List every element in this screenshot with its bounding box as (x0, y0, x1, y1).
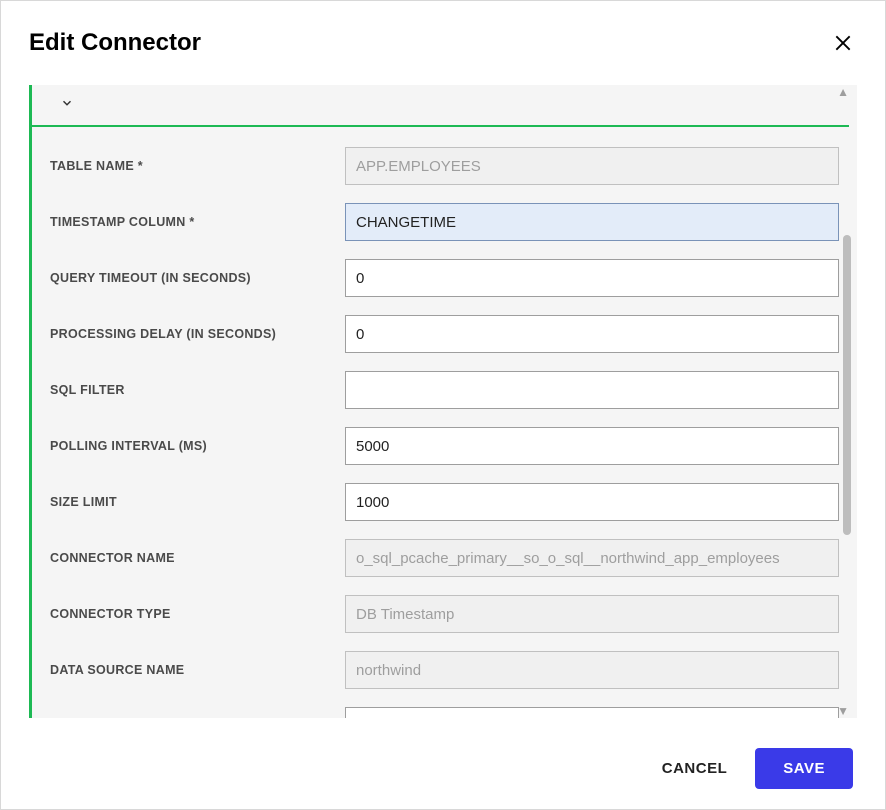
form-scroll-area: ▲ TABLE NAME * TIMESTAMP COLUMN * (29, 85, 857, 718)
max-retries-input[interactable] (345, 707, 839, 718)
form-fields: TABLE NAME * TIMESTAMP COLUMN * QUERY TI… (32, 127, 849, 718)
form-panel: TABLE NAME * TIMESTAMP COLUMN * QUERY TI… (29, 85, 857, 718)
row-polling-interval: POLLING INTERVAL (MS) (50, 427, 839, 465)
label-data-source-name: DATA SOURCE NAME (50, 663, 345, 677)
label-processing-delay: PROCESSING DELAY (IN SECONDS) (50, 327, 345, 341)
row-sql-filter: SQL FILTER (50, 371, 839, 409)
row-timestamp-column: TIMESTAMP COLUMN * (50, 203, 839, 241)
save-button[interactable]: SAVE (755, 748, 853, 789)
cancel-button[interactable]: CANCEL (662, 760, 728, 777)
scrollbar-thumb[interactable] (843, 235, 851, 535)
dialog-header: Edit Connector (29, 29, 857, 57)
row-connector-type: CONNECTOR TYPE (50, 595, 839, 633)
label-polling-interval: POLLING INTERVAL (MS) (50, 439, 345, 453)
connector-name-input (345, 539, 839, 577)
label-sql-filter: SQL FILTER (50, 383, 345, 397)
row-connector-name: CONNECTOR NAME (50, 539, 839, 577)
row-size-limit: SIZE LIMIT (50, 483, 839, 521)
sql-filter-input[interactable] (345, 371, 839, 409)
scroll-down-arrow-icon[interactable]: ▼ (837, 704, 849, 718)
row-max-retries: MAX RETRIES ON ERROR (50, 707, 839, 718)
close-button[interactable] (829, 29, 857, 57)
edit-connector-dialog: Edit Connector ▲ TABLE NAME * (1, 1, 885, 809)
label-timestamp-column: TIMESTAMP COLUMN * (50, 215, 345, 229)
label-table-name: TABLE NAME * (50, 159, 345, 173)
timestamp-column-input[interactable] (345, 203, 839, 241)
label-query-timeout: QUERY TIMEOUT (IN SECONDS) (50, 271, 345, 285)
polling-interval-input[interactable] (345, 427, 839, 465)
label-connector-type: CONNECTOR TYPE (50, 607, 345, 621)
dialog-footer: CANCEL SAVE (29, 718, 857, 789)
row-data-source-name: DATA SOURCE NAME (50, 651, 839, 689)
label-connector-name: CONNECTOR NAME (50, 551, 345, 565)
row-table-name: TABLE NAME * (50, 147, 839, 185)
query-timeout-input[interactable] (345, 259, 839, 297)
scroll-up-arrow-icon[interactable]: ▲ (837, 85, 849, 99)
dialog-title: Edit Connector (29, 29, 201, 57)
data-source-name-input (345, 651, 839, 689)
chevron-down-icon (60, 96, 74, 115)
row-processing-delay: PROCESSING DELAY (IN SECONDS) (50, 315, 839, 353)
row-query-timeout: QUERY TIMEOUT (IN SECONDS) (50, 259, 839, 297)
label-size-limit: SIZE LIMIT (50, 495, 345, 509)
processing-delay-input[interactable] (345, 315, 839, 353)
panel-collapse-header[interactable] (32, 85, 849, 127)
size-limit-input[interactable] (345, 483, 839, 521)
connector-type-input (345, 595, 839, 633)
table-name-input (345, 147, 839, 185)
